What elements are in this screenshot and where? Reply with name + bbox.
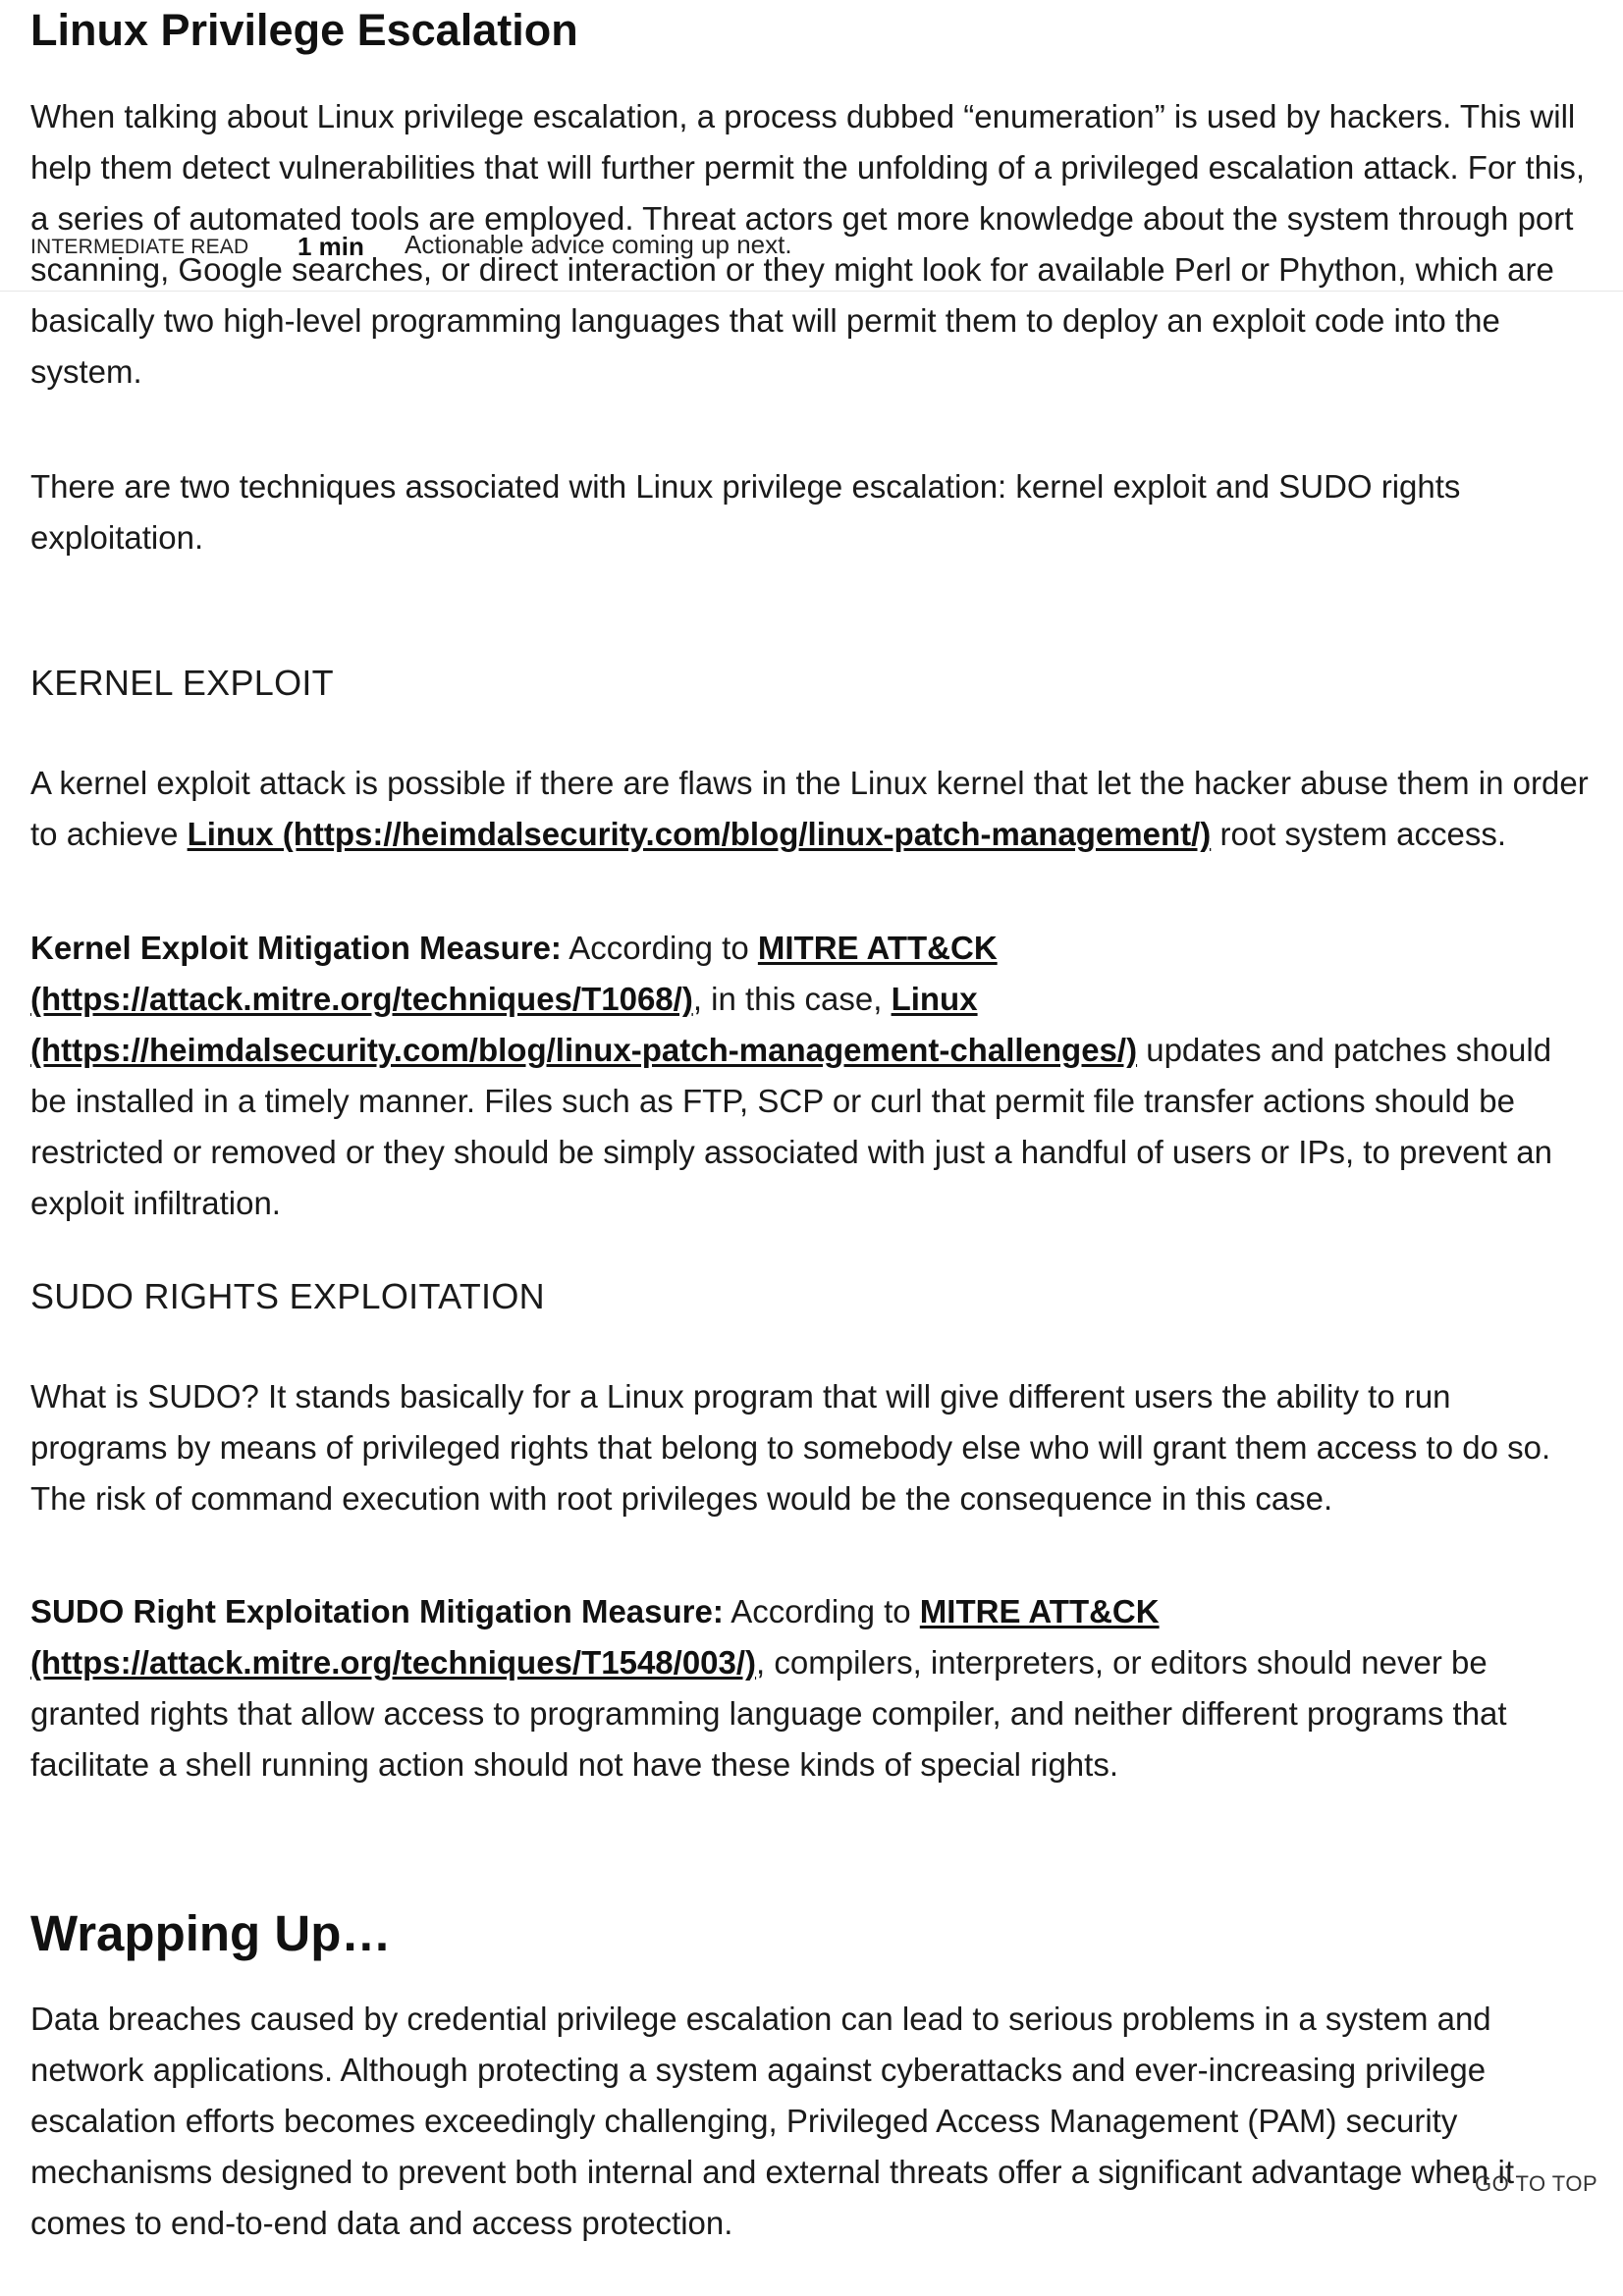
- section-title: Linux Privilege Escalation: [30, 5, 578, 55]
- go-to-top-button[interactable]: GO TO TOP: [1475, 2171, 1597, 2197]
- article-content: Linux Privilege Escalation When talking …: [30, 0, 1592, 2241]
- kernel-mitigation-text-1: According to: [561, 930, 758, 966]
- read-level-label: INTERMEDIATE READ: [30, 236, 249, 258]
- reading-progress-bar: INTERMEDIATE READ 1 min Actionable advic…: [0, 230, 1623, 292]
- sudo-mitigation-text-1: According to: [723, 1593, 920, 1629]
- intro-paragraph-2: There are two techniques associated with…: [30, 468, 1461, 556]
- kernel-text-after: root system access.: [1211, 816, 1507, 852]
- sudo-rights-heading: SUDO RIGHTS EXPLOITATION: [30, 1276, 545, 1316]
- sudo-mitigation-paragraph: SUDO Right Exploitation Mitigation Measu…: [30, 1586, 1592, 1790]
- kernel-exploit-paragraph: A kernel exploit attack is possible if t…: [30, 758, 1592, 860]
- linux-patch-management-link[interactable]: Linux (https://heimdalsecurity.com/blog/…: [188, 816, 1212, 852]
- read-time-label: 1 min: [298, 232, 364, 261]
- wrapping-up-heading: Wrapping Up…: [30, 1905, 392, 1961]
- kernel-mitigation-text-2: , in this case,: [692, 981, 892, 1017]
- kernel-mitigation-lead: Kernel Exploit Mitigation Measure:: [30, 930, 562, 966]
- kernel-mitigation-paragraph: Kernel Exploit Mitigation Measure: Accor…: [30, 923, 1592, 1229]
- kernel-exploit-heading: KERNEL EXPLOIT: [30, 663, 334, 703]
- read-note-label: Actionable advice coming up next.: [405, 230, 792, 259]
- wrapping-up-paragraph: Data breaches caused by credential privi…: [30, 2001, 1514, 2241]
- sudo-mitigation-lead: SUDO Right Exploitation Mitigation Measu…: [30, 1593, 724, 1629]
- sudo-paragraph: What is SUDO? It stands basically for a …: [30, 1378, 1551, 1517]
